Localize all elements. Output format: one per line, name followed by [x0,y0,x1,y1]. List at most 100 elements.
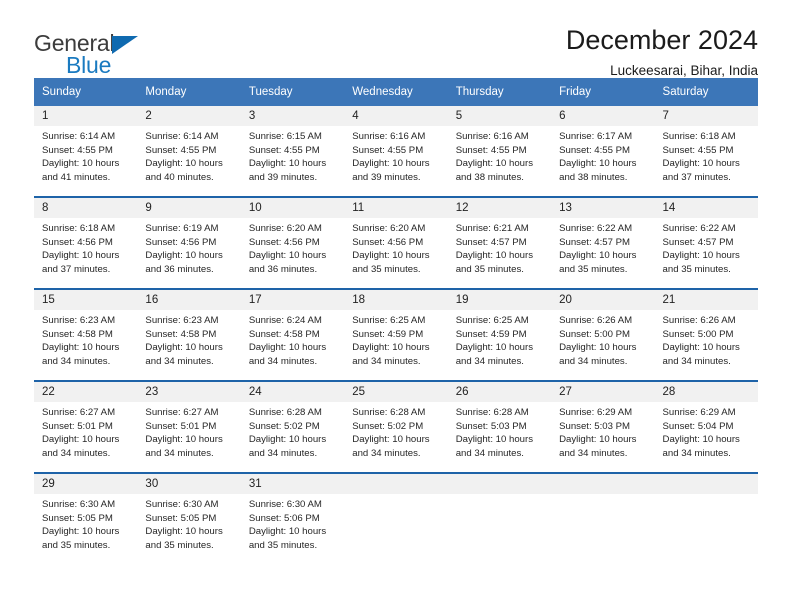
day-cell[interactable]: Sunrise: 6:28 AM Sunset: 5:02 PM Daylight:… [240,402,345,472]
day-cell[interactable]: Sunrise: 6:27 AM Sunset: 5:01 PM Daylight:… [137,402,241,472]
day-number[interactable]: 17 [240,290,345,310]
day-number[interactable]: 3 [240,106,345,126]
day-number[interactable]: 9 [137,198,241,218]
daylight-text: Daylight: 10 hours [455,158,534,170]
day-cell[interactable]: Sunrise: 6:18 AM Sunset: 4:56 PM Daylight:… [34,218,138,288]
day-number[interactable]: 28 [654,382,758,402]
day-number[interactable]: 10 [240,198,345,218]
day-number[interactable]: 8 [34,198,138,218]
sunrise-text: Sunrise: 6:25 AM [455,315,529,326]
day-cell[interactable]: Sunrise: 6:26 AM Sunset: 5:00 PM Daylight:… [654,310,758,380]
day-cell[interactable]: Sunrise: 6:24 AM Sunset: 4:58 PM Daylight:… [240,310,345,380]
day-cell[interactable]: Sunrise: 6:29 AM Sunset: 5:04 PM Daylight:… [654,402,758,472]
day-number[interactable]: 24 [240,382,345,402]
daylight-text: and 34 minutes. [352,447,421,459]
sunset-text: Sunset: 4:56 PM [42,236,113,248]
day-cell[interactable]: Sunrise: 6:23 AM Sunset: 4:58 PM Daylight:… [137,310,241,380]
day-cell[interactable]: Sunrise: 6:22 AM Sunset: 4:57 PM Daylight:… [551,218,655,288]
daylight-text: Daylight: 10 hours [42,434,120,446]
day-cell[interactable]: Sunrise: 6:29 AM Sunset: 5:03 PM Daylight:… [551,402,655,472]
day-number[interactable]: 26 [447,382,552,402]
day-cell[interactable]: Sunrise: 6:25 AM Sunset: 4:59 PM Daylight:… [344,310,448,380]
day-number[interactable]: 20 [551,290,655,310]
day-number[interactable]: 23 [137,382,241,402]
day-number[interactable]: 1 [34,106,138,126]
daylight-text: and 37 minutes. [42,263,111,275]
sunset-text: Sunset: 5:03 PM [559,420,631,432]
day-number[interactable]: 25 [344,382,448,402]
day-number[interactable]: 29 [34,474,138,494]
daylight-text: and 34 minutes. [455,355,524,367]
sunset-text: Sunset: 4:56 PM [248,236,320,248]
day-number[interactable]: 4 [344,106,448,126]
sunset-text: Sunset: 5:02 PM [352,420,424,432]
day-cell[interactable]: Sunrise: 6:16 AM Sunset: 4:55 PM Daylight:… [344,126,448,196]
day-cell[interactable]: Sunrise: 6:19 AM Sunset: 4:56 PM Daylight:… [137,218,241,288]
day-number[interactable]: 6 [551,106,655,126]
day-cell[interactable]: Sunrise: 6:14 AM Sunset: 4:55 PM Daylight:… [137,126,241,196]
day-number[interactable]: 16 [137,290,241,310]
daylight-text: and 40 minutes. [145,171,214,183]
day-cell[interactable]: Sunrise: 6:27 AM Sunset: 5:01 PM Daylight:… [34,402,138,472]
day-number[interactable]: 22 [34,382,138,402]
day-cell[interactable]: Sunrise: 6:21 AM Sunset: 4:57 PM Daylight:… [447,218,552,288]
weekday-header-tuesday: Tuesday [240,78,345,106]
day-cell[interactable]: Sunrise: 6:30 AM Sunset: 5:06 PM Daylight:… [240,494,345,564]
day-number-row: 29 30 31 [34,474,758,494]
daylight-text: and 35 minutes. [42,539,111,551]
day-number[interactable]: 12 [447,198,552,218]
sunset-text: Sunset: 5:05 PM [42,512,113,524]
day-number[interactable]: 18 [344,290,448,310]
day-cell[interactable]: Sunrise: 6:18 AM Sunset: 4:55 PM Daylight:… [654,126,758,196]
day-number[interactable]: 13 [551,198,655,218]
calendar-head: Sunday Monday Tuesday Wednesday Thursday… [34,78,758,106]
day-number[interactable]: 31 [240,474,345,494]
day-number[interactable]: 27 [551,382,655,402]
day-cell[interactable]: Sunrise: 6:20 AM Sunset: 4:56 PM Daylight:… [240,218,345,288]
daylight-text: and 34 minutes. [42,447,111,459]
day-cell[interactable]: Sunrise: 6:23 AM Sunset: 4:58 PM Daylight:… [34,310,138,380]
day-number[interactable]: 30 [137,474,241,494]
daylight-text: Daylight: 10 hours [248,526,327,538]
day-number[interactable]: 7 [654,106,758,126]
day-number[interactable]: 15 [34,290,138,310]
day-number[interactable]: 11 [344,198,448,218]
sunset-text: Sunset: 4:55 PM [455,144,527,156]
day-number[interactable]: 5 [447,106,552,126]
daylight-text: and 34 minutes. [248,355,318,367]
sunrise-text: Sunrise: 6:16 AM [455,131,529,142]
day-number-empty [551,474,655,494]
sunset-text: Sunset: 4:58 PM [248,328,320,340]
day-cell[interactable]: Sunrise: 6:28 AM Sunset: 5:03 PM Daylight:… [447,402,552,472]
day-cell[interactable]: Sunrise: 6:14 AM Sunset: 4:55 PM Daylight:… [34,126,138,196]
day-cell[interactable]: Sunrise: 6:30 AM Sunset: 5:05 PM Daylight:… [137,494,241,564]
day-cell[interactable]: Sunrise: 6:16 AM Sunset: 4:55 PM Daylight:… [447,126,552,196]
day-number[interactable]: 19 [447,290,552,310]
day-number[interactable]: 14 [654,198,758,218]
sunrise-text: Sunrise: 6:23 AM [145,315,219,326]
day-cell[interactable]: Sunrise: 6:26 AM Sunset: 5:00 PM Daylight:… [551,310,655,380]
day-number[interactable]: 2 [137,106,241,126]
sunset-text: Sunset: 4:55 PM [42,144,113,156]
day-cell[interactable]: Sunrise: 6:15 AM Sunset: 4:55 PM Daylight:… [240,126,345,196]
day-detail-row: Sunrise: 6:27 AM Sunset: 5:01 PM Daylight:… [34,402,758,472]
general-blue-logo[interactable]: General Blue [34,26,154,82]
sunrise-text: Sunrise: 6:15 AM [248,131,322,142]
sunset-text: Sunset: 5:01 PM [145,420,217,432]
day-cell[interactable]: Sunrise: 6:28 AM Sunset: 5:02 PM Daylight:… [344,402,448,472]
day-cell[interactable]: Sunrise: 6:20 AM Sunset: 4:56 PM Daylight:… [344,218,448,288]
daylight-text: Daylight: 10 hours [248,250,327,262]
sunset-text: Sunset: 4:56 PM [352,236,424,248]
day-cell[interactable]: Sunrise: 6:17 AM Sunset: 4:55 PM Daylight:… [551,126,655,196]
day-cell[interactable]: Sunrise: 6:25 AM Sunset: 4:59 PM Daylight:… [447,310,552,380]
sunrise-sunset-calendar: Sunday Monday Tuesday Wednesday Thursday… [34,78,758,564]
sunrise-text: Sunrise: 6:30 AM [145,499,219,510]
day-number[interactable]: 21 [654,290,758,310]
daylight-text: Daylight: 10 hours [455,342,534,354]
sunset-text: Sunset: 4:57 PM [455,236,527,248]
day-cell[interactable]: Sunrise: 6:22 AM Sunset: 4:57 PM Daylight:… [654,218,758,288]
day-cell[interactable]: Sunrise: 6:30 AM Sunset: 5:05 PM Daylight:… [34,494,138,564]
daylight-text: and 37 minutes. [662,171,731,183]
daylight-text: Daylight: 10 hours [145,434,223,446]
sunset-text: Sunset: 4:58 PM [145,328,217,340]
